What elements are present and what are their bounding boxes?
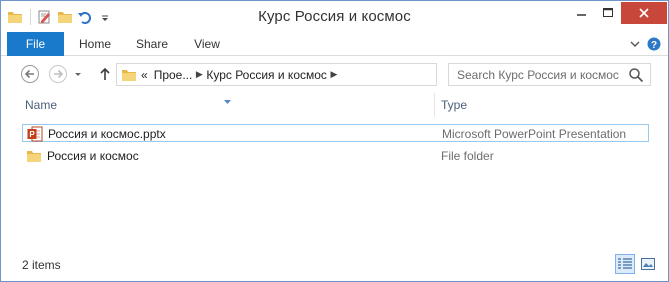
folder-icon	[26, 148, 42, 164]
file-type: File folder	[441, 149, 494, 163]
help-icon: ?	[647, 37, 661, 51]
close-button[interactable]	[621, 2, 667, 24]
powerpoint-file-icon: P	[27, 126, 43, 142]
file-name: Россия и космос	[47, 149, 139, 163]
forward-arrow-icon	[49, 65, 67, 83]
column-divider[interactable]	[434, 93, 435, 117]
chevron-right-icon[interactable]: ▶	[192, 69, 206, 80]
back-arrow-icon	[21, 65, 39, 83]
title-bar: Курс Россия и космос	[1, 1, 668, 32]
details-view-button[interactable]	[615, 254, 635, 274]
breadcrumb-item-current[interactable]: Курс Россия и космос	[206, 68, 327, 82]
large-icons-view-icon	[641, 258, 655, 270]
file-name: Россия и космос.pptx	[48, 127, 166, 141]
file-type: Microsoft PowerPoint Presentation	[442, 127, 627, 141]
chevron-right-icon[interactable]: ▶	[327, 69, 341, 80]
forward-button[interactable]	[48, 64, 68, 84]
breadcrumb-item-parent[interactable]: Прое...	[154, 68, 193, 82]
column-header-name[interactable]: Name	[25, 93, 435, 117]
ribbon-tabs: File Home Share View ?	[1, 32, 668, 56]
search-input[interactable]	[449, 64, 624, 85]
breadcrumb: « Прое... ▶ Курс Россия и космос ▶	[121, 64, 341, 85]
address-bar[interactable]: « Прое... ▶ Курс Россия и космос ▶	[116, 63, 545, 86]
close-icon	[639, 8, 649, 18]
maximize-icon	[603, 8, 613, 17]
up-button[interactable]	[95, 64, 115, 84]
navigation-bar: « Прое... ▶ Курс Россия и космос ▶	[1, 57, 668, 93]
svg-text:?: ?	[651, 40, 657, 51]
file-list: Name Type P Россия и космос.pptx Microso…	[1, 93, 668, 248]
details-view-icon	[618, 258, 632, 269]
column-headers: Name Type	[1, 93, 668, 117]
tab-share[interactable]: Share	[127, 32, 177, 56]
search-box[interactable]	[448, 63, 651, 86]
chevron-down-icon	[630, 41, 640, 47]
minimize-icon	[577, 14, 586, 16]
status-bar: 2 items	[1, 252, 668, 281]
up-arrow-icon	[100, 67, 110, 80]
list-item[interactable]: P Россия и космос.pptx Microsoft PowerPo…	[22, 124, 649, 142]
minimize-button[interactable]	[569, 2, 595, 24]
search-icon[interactable]	[628, 67, 644, 83]
svg-text:P: P	[29, 130, 35, 139]
back-button[interactable]	[20, 64, 40, 84]
expand-ribbon-button[interactable]	[628, 36, 642, 52]
tab-home[interactable]: Home	[70, 32, 120, 56]
tab-view[interactable]: View	[183, 32, 231, 56]
column-header-type[interactable]: Type	[441, 93, 661, 117]
large-icons-view-button[interactable]	[638, 254, 658, 274]
list-item[interactable]: Россия и космос File folder	[22, 147, 649, 165]
item-count: 2 items	[22, 258, 61, 272]
tab-file[interactable]: File	[7, 32, 64, 56]
breadcrumb-overflow[interactable]: «	[141, 68, 148, 82]
folder-icon	[121, 67, 137, 83]
chevron-down-icon	[75, 73, 81, 76]
explorer-window: Курс Россия и космос File Home Share Vie…	[0, 0, 669, 282]
recent-locations-button[interactable]	[72, 64, 84, 84]
maximize-button[interactable]	[595, 2, 621, 24]
window-title: Курс Россия и космос	[258, 8, 411, 25]
help-button[interactable]: ?	[646, 36, 662, 52]
